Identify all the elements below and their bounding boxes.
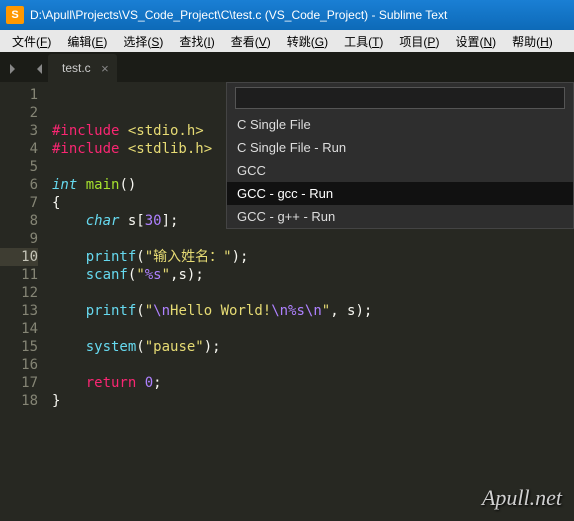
title-bar: S D:\Apull\Projects\VS_Code_Project\C\te…: [0, 0, 574, 30]
panel-filter: [227, 83, 573, 113]
line-number: 5: [0, 158, 38, 176]
tab-scroll-left[interactable]: [4, 56, 26, 82]
panel-item[interactable]: C Single File: [227, 113, 573, 136]
tab-scroll-right[interactable]: [26, 56, 48, 82]
panel-filter-input[interactable]: [235, 87, 565, 109]
panel-item[interactable]: GCC - g++ - Run: [227, 205, 573, 228]
line-number: 8: [0, 212, 38, 230]
watermark-text: Apull.net: [482, 485, 562, 511]
line-number: 7: [0, 194, 38, 212]
menu-preferences[interactable]: 设置(N): [447, 31, 504, 52]
menu-tools[interactable]: 工具(T): [336, 31, 391, 52]
menu-find[interactable]: 查找(I): [171, 31, 222, 52]
line-number: 2: [0, 104, 38, 122]
panel-item[interactable]: GCC: [227, 159, 573, 182]
line-number: 11: [0, 266, 38, 284]
line-number: 18: [0, 392, 38, 410]
line-number: 14: [0, 320, 38, 338]
line-gutter: 1 2 3 4 5 6 7 8 9 10 11 12 13 14 15 16 1…: [0, 82, 48, 521]
menu-help[interactable]: 帮助(H): [504, 31, 561, 52]
panel-item[interactable]: C Single File - Run: [227, 136, 573, 159]
chevron-right-icon: [32, 64, 42, 74]
close-icon[interactable]: ×: [101, 61, 109, 76]
build-system-panel: C Single File C Single File - Run GCC GC…: [226, 82, 574, 229]
tab-file[interactable]: test.c ×: [48, 54, 117, 82]
app-icon: S: [6, 6, 24, 24]
tab-label: test.c: [62, 61, 91, 75]
tab-bar: test.c ×: [0, 52, 574, 82]
menu-edit[interactable]: 编辑(E): [59, 31, 115, 52]
menu-bar: 文件(F) 编辑(E) 选择(S) 查找(I) 查看(V) 转跳(G) 工具(T…: [0, 30, 574, 52]
menu-goto[interactable]: 转跳(G): [279, 31, 336, 52]
line-number: 1: [0, 86, 38, 104]
panel-list: C Single File C Single File - Run GCC GC…: [227, 113, 573, 228]
line-number: 9: [0, 230, 38, 248]
line-number: 12: [0, 284, 38, 302]
menu-selection[interactable]: 选择(S): [115, 31, 171, 52]
line-number: 6: [0, 176, 38, 194]
line-number: 10: [0, 248, 38, 266]
line-number: 4: [0, 140, 38, 158]
line-number: 17: [0, 374, 38, 392]
line-number: 15: [0, 338, 38, 356]
line-number: 16: [0, 356, 38, 374]
line-number: 3: [0, 122, 38, 140]
panel-item[interactable]: GCC - gcc - Run: [227, 182, 573, 205]
chevron-left-icon: [10, 64, 20, 74]
menu-project[interactable]: 项目(P): [391, 31, 447, 52]
menu-view[interactable]: 查看(V): [223, 31, 279, 52]
menu-file[interactable]: 文件(F): [4, 31, 59, 52]
window-title: D:\Apull\Projects\VS_Code_Project\C\test…: [30, 8, 568, 22]
line-number: 13: [0, 302, 38, 320]
